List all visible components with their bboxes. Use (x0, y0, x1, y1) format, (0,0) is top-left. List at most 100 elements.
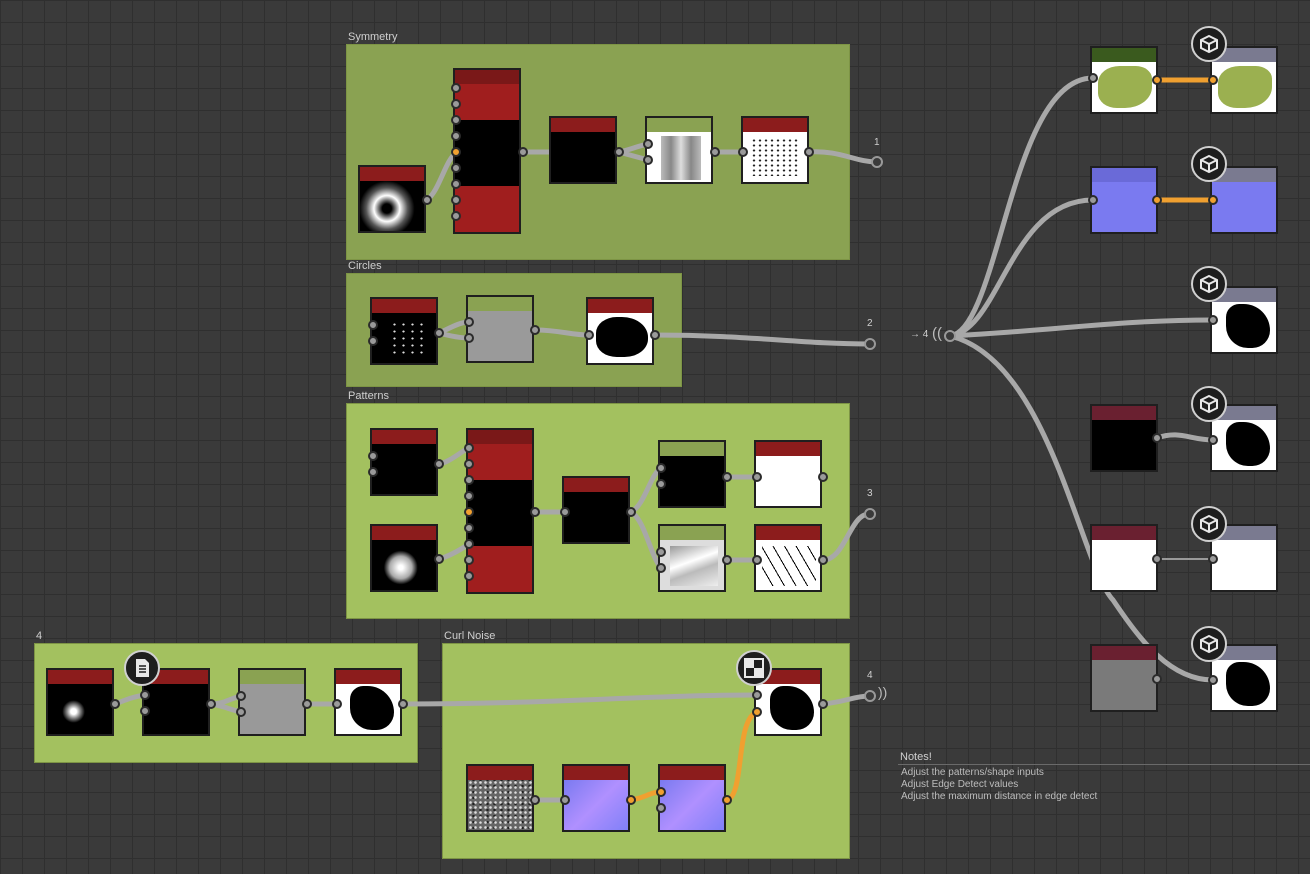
port[interactable] (464, 555, 474, 565)
port[interactable] (752, 690, 762, 700)
port[interactable] (464, 317, 474, 327)
port[interactable] (451, 83, 461, 93)
port[interactable] (1152, 195, 1162, 205)
port[interactable] (518, 147, 528, 157)
output-endpoint-3[interactable] (864, 508, 876, 520)
port[interactable] (464, 491, 474, 501)
node-symmetry-mirror[interactable] (645, 116, 713, 184)
node-curl-normal-a[interactable] (562, 764, 630, 832)
port[interactable] (656, 479, 666, 489)
port[interactable] (656, 787, 666, 797)
port[interactable] (398, 699, 408, 709)
port[interactable] (656, 803, 666, 813)
port[interactable] (451, 211, 461, 221)
port[interactable] (530, 507, 540, 517)
port[interactable] (1208, 75, 1218, 85)
port[interactable] (451, 179, 461, 189)
port[interactable] (464, 333, 474, 343)
port[interactable] (434, 328, 444, 338)
node-symmetry-edge[interactable] (741, 116, 809, 184)
document-icon[interactable] (124, 650, 160, 686)
node-curl-noise[interactable] (466, 764, 534, 832)
port[interactable] (1208, 554, 1218, 564)
port[interactable] (643, 139, 653, 149)
port[interactable] (302, 699, 312, 709)
output-endpoint-4[interactable] (864, 690, 876, 702)
port[interactable] (584, 330, 594, 340)
port[interactable] (368, 451, 378, 461)
port[interactable] (650, 330, 660, 340)
port[interactable] (818, 555, 828, 565)
output-endpoint-2[interactable] (864, 338, 876, 350)
port[interactable] (464, 475, 474, 485)
port[interactable] (422, 195, 432, 205)
node-patterns-sphere[interactable] (370, 524, 438, 592)
port[interactable] (804, 147, 814, 157)
port[interactable] (738, 147, 748, 157)
hub-endpoint[interactable] (944, 330, 956, 342)
port[interactable] (368, 467, 378, 477)
port[interactable] (656, 563, 666, 573)
node-four-edge[interactable] (334, 668, 402, 736)
output-endpoint-1[interactable] (871, 156, 883, 168)
cube-icon[interactable] (1191, 146, 1227, 182)
port[interactable] (1208, 435, 1218, 445)
node-symmetry-mix[interactable] (549, 116, 617, 184)
port[interactable] (464, 459, 474, 469)
port[interactable] (451, 147, 461, 157)
port[interactable] (464, 523, 474, 533)
node-four-blend[interactable] (238, 668, 306, 736)
port[interactable] (236, 691, 246, 701)
port[interactable] (752, 555, 762, 565)
cube-icon[interactable] (1191, 386, 1227, 422)
port[interactable] (752, 707, 762, 717)
port[interactable] (626, 507, 636, 517)
port[interactable] (1152, 75, 1162, 85)
port[interactable] (722, 555, 732, 565)
node-patterns-mix[interactable] (562, 476, 630, 544)
node-output-ao[interactable] (1090, 644, 1158, 712)
node-circles-edge[interactable] (586, 297, 654, 365)
port[interactable] (236, 707, 246, 717)
port[interactable] (1208, 315, 1218, 325)
node-patterns-edge-b[interactable] (754, 524, 822, 592)
node-patterns-blend[interactable] (466, 428, 534, 594)
port[interactable] (451, 131, 461, 141)
port[interactable] (1152, 554, 1162, 564)
cube-icon[interactable] (1191, 266, 1227, 302)
port[interactable] (656, 547, 666, 557)
port[interactable] (530, 325, 540, 335)
node-radial-gradient[interactable] (358, 165, 426, 233)
node-circles-blend[interactable] (466, 295, 534, 363)
node-output-roughness[interactable] (1090, 524, 1158, 592)
port[interactable] (656, 463, 666, 473)
port[interactable] (1152, 433, 1162, 443)
port[interactable] (710, 147, 720, 157)
node-symmetry-blend[interactable] (453, 68, 521, 234)
port[interactable] (110, 699, 120, 709)
node-output-basecolor[interactable] (1090, 46, 1158, 114)
port[interactable] (434, 459, 444, 469)
node-patterns-scatter[interactable] (370, 428, 438, 496)
port[interactable] (140, 706, 150, 716)
port[interactable] (451, 115, 461, 125)
node-four-gradient[interactable] (46, 668, 114, 736)
port[interactable] (1152, 674, 1162, 684)
port[interactable] (1208, 675, 1218, 685)
port[interactable] (464, 507, 474, 517)
node-curl-normal-b[interactable] (658, 764, 726, 832)
port[interactable] (722, 795, 732, 805)
port[interactable] (464, 443, 474, 453)
node-patterns-edge-a[interactable] (754, 440, 822, 508)
port[interactable] (722, 472, 732, 482)
port[interactable] (626, 795, 636, 805)
node-patterns-mirror-b[interactable] (658, 524, 726, 592)
cube-icon[interactable] (1191, 626, 1227, 662)
port[interactable] (464, 539, 474, 549)
port[interactable] (560, 507, 570, 517)
port[interactable] (206, 699, 216, 709)
port[interactable] (464, 571, 474, 581)
port[interactable] (368, 336, 378, 346)
port[interactable] (332, 699, 342, 709)
cube-icon[interactable] (1191, 26, 1227, 62)
